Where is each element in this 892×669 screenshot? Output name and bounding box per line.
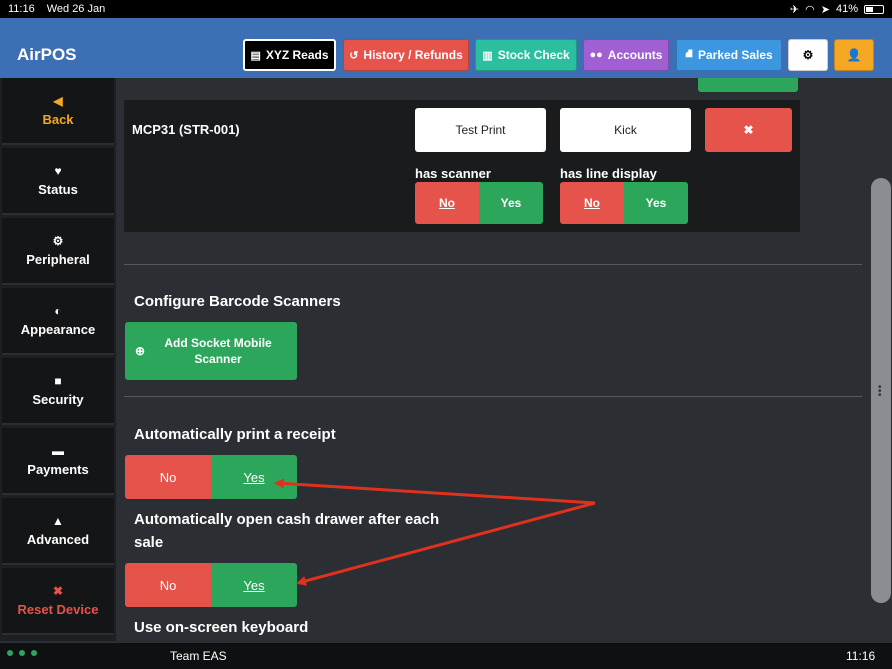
battery-percent: 41% [835, 3, 858, 15]
contrast-icon: ◐ [54, 304, 62, 318]
sidebar-item-peripheral[interactable]: ⚙ Peripheral [2, 218, 114, 285]
parked-sales-label: Parked Sales [698, 48, 773, 62]
history-refunds-label: History / Refunds [363, 48, 463, 62]
gear-icon: ⚙ [52, 234, 64, 248]
location-icon: ➤ [820, 3, 830, 16]
user-button[interactable]: 👤 [834, 39, 874, 71]
has-scanner-no-button[interactable]: No [415, 182, 479, 224]
auto-print-title: Automatically print a receipt [134, 426, 336, 443]
sidebar-item-label: Peripheral [26, 252, 90, 267]
users-icon: ●● [589, 49, 603, 61]
sidebar-item-label: Appearance [20, 322, 96, 337]
ios-status-bar: 11:16 Wed 26 Jan ✈ ◠ ➤ 41% [0, 0, 892, 18]
partial-green-button[interactable] [698, 78, 798, 92]
add-icon: ⊕ [135, 344, 146, 358]
sidebar: ◀ Back ♥ Status ⚙ Peripheral ◐ Appearanc… [0, 78, 116, 641]
main-content: MCP31 (STR-001) Test Print Kick ✖ has sc… [116, 78, 876, 641]
history-icon: ↺ [349, 49, 359, 62]
team-name: Team EAS [170, 649, 227, 663]
sidebar-item-advanced[interactable]: ▲ Advanced [2, 498, 114, 565]
bottom-clock: 11:16 [846, 649, 876, 663]
printer-card: MCP31 (STR-001) Test Print Kick ✖ has sc… [124, 100, 800, 232]
cash-drawer-title: Automatically open cash drawer after eac… [134, 511, 440, 551]
app-header: AirPOS ▤ XYZ Reads ↺ History / Refunds ▥… [0, 18, 892, 78]
printer-name: MCP31 (STR-001) [132, 122, 240, 137]
sidebar-item-label: Payments [27, 462, 89, 477]
history-refunds-button[interactable]: ↺ History / Refunds [343, 39, 469, 71]
section-divider [124, 396, 862, 397]
register-icon: ▤ [250, 49, 261, 62]
accounts-label: Accounts [607, 48, 663, 62]
has-line-display-yes-button[interactable]: Yes [624, 182, 688, 224]
connection-dots-icon [7, 650, 37, 656]
lock-icon: ■ [54, 374, 62, 388]
bottom-bar: Team EAS 11:16 [0, 643, 892, 669]
accounts-button[interactable]: ●● Accounts [583, 39, 669, 71]
sidebar-item-label: Security [32, 392, 84, 407]
auto-print-yes-button[interactable]: Yes [211, 455, 297, 499]
close-icon: ✖ [52, 584, 64, 598]
auto-print-toggle: No Yes [125, 455, 297, 499]
has-line-display-toggle: No Yes [560, 182, 688, 224]
sidebar-item-status[interactable]: ♥ Status [2, 148, 114, 215]
sidebar-item-back[interactable]: ◀ Back [2, 78, 114, 145]
cash-drawer-no-button[interactable]: No [125, 563, 211, 607]
cash-drawer-toggle: No Yes [125, 563, 297, 607]
close-icon: ✖ [743, 123, 754, 137]
stock-check-button[interactable]: ▥ Stock Check [475, 39, 577, 71]
airplane-icon: ✈ [789, 3, 800, 16]
xyz-reads-label: XYZ Reads [265, 48, 329, 62]
section-divider [124, 264, 862, 265]
auto-print-no-button[interactable]: No [125, 455, 211, 499]
sidebar-item-security[interactable]: ■ Security [2, 358, 114, 425]
back-circle-icon: ◀ [53, 94, 63, 108]
sidebar-item-appearance[interactable]: ◐ Appearance [2, 288, 114, 355]
kick-button[interactable]: Kick [560, 108, 691, 152]
scrollbar-grip-icon: • • • [878, 382, 882, 401]
gear-icon: ⚙ [802, 48, 814, 62]
has-scanner-yes-button[interactable]: Yes [479, 182, 543, 224]
battery-icon [864, 4, 884, 14]
add-socket-mobile-scanner-button[interactable]: ⊕ Add Socket Mobile Scanner [125, 322, 297, 380]
status-time: 11:16 [8, 3, 35, 15]
app-brand: AirPOS [17, 45, 77, 64]
warning-icon: ▲ [52, 514, 64, 528]
parked-sales-button[interactable]: ⛘ Parked Sales [676, 39, 782, 71]
user-icon: 👤 [846, 48, 862, 62]
sidebar-item-label: Reset Device [17, 602, 99, 617]
status-date: Wed 26 Jan [46, 3, 106, 15]
road-icon: ⛘ [685, 48, 693, 60]
xyz-reads-button[interactable]: ▤ XYZ Reads [243, 39, 336, 71]
barcode-scanners-title: Configure Barcode Scanners [134, 293, 341, 310]
heartbeat-icon: ♥ [54, 164, 62, 178]
has-scanner-label: has scanner [415, 166, 491, 181]
test-print-button[interactable]: Test Print [415, 108, 546, 152]
cart-icon: ▬ [52, 444, 64, 458]
has-line-display-label: has line display [560, 166, 657, 181]
settings-button[interactable]: ⚙ [788, 39, 828, 71]
sidebar-item-label: Back [42, 112, 74, 127]
sidebar-item-reset-device[interactable]: ✖ Reset Device [2, 568, 114, 635]
has-scanner-toggle: No Yes [415, 182, 543, 224]
wifi-icon: ◠ [805, 3, 815, 16]
barcode-icon: ▥ [482, 49, 493, 62]
sidebar-item-label: Advanced [26, 532, 90, 547]
stock-check-label: Stock Check [497, 48, 570, 62]
cash-drawer-yes-button[interactable]: Yes [211, 563, 297, 607]
sidebar-item-payments[interactable]: ▬ Payments [2, 428, 114, 495]
add-scanner-label: Add Socket Mobile Scanner [164, 336, 272, 366]
remove-printer-button[interactable]: ✖ [705, 108, 792, 152]
has-line-display-no-button[interactable]: No [560, 182, 624, 224]
sidebar-item-label: Status [38, 182, 78, 197]
on-screen-keyboard-title: Use on-screen keyboard [134, 619, 309, 636]
